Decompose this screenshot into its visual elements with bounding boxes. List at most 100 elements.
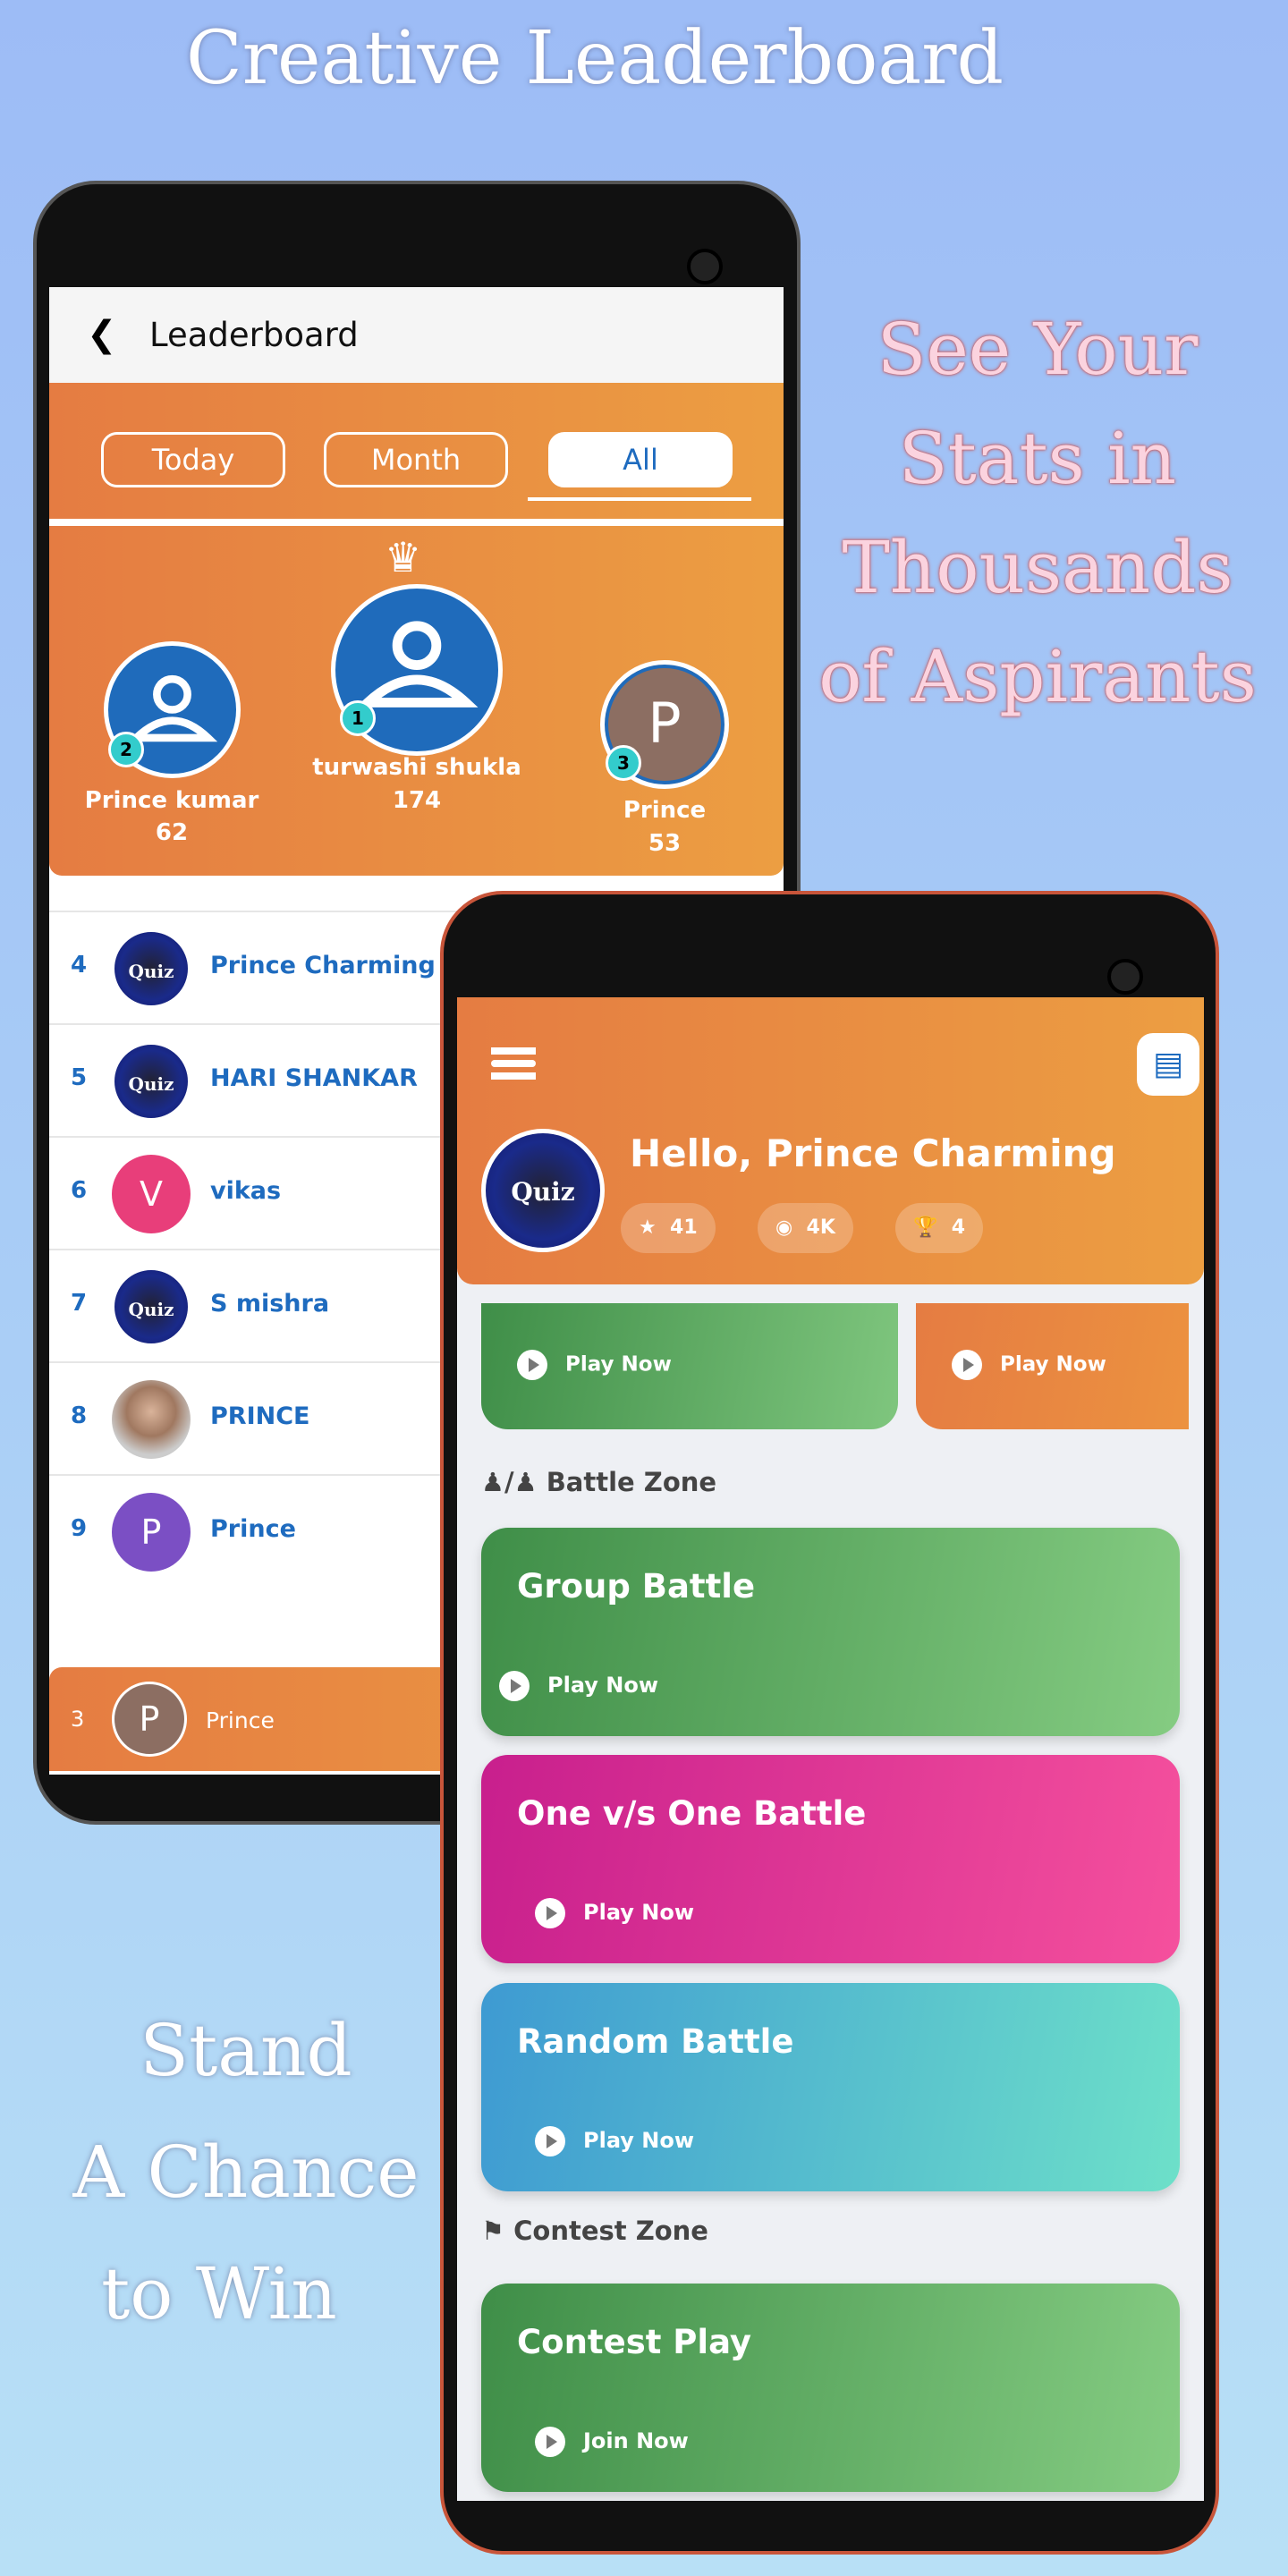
tab-today[interactable]: Today xyxy=(101,432,285,487)
promo-right: See Your Stats in Thousands of Aspirants xyxy=(805,295,1270,732)
section-label: Battle Zone xyxy=(546,1467,717,1497)
play-icon xyxy=(952,1350,982,1380)
battle-zone-heading: ♟/♟ Battle Zone xyxy=(481,1467,716,1497)
play-icon xyxy=(535,2126,565,2157)
rank: 5 xyxy=(71,1064,88,1091)
stat-trophies: 🏆 4 xyxy=(895,1203,984,1253)
profile-avatar[interactable]: Quiz xyxy=(481,1129,605,1252)
user-name: Prince xyxy=(210,1515,296,1543)
play-label: Play Now xyxy=(583,2128,695,2153)
rank-badge: 3 xyxy=(606,745,641,781)
avatar: Quiz xyxy=(112,1042,191,1121)
user-name: S mishra xyxy=(210,1290,330,1318)
podium-score: 53 xyxy=(648,830,682,857)
promo-line: to Win xyxy=(101,2252,337,2335)
card-title: Random Battle xyxy=(517,2022,794,2061)
rank: 3 xyxy=(71,1707,85,1732)
podium-name: Prince kumar xyxy=(84,787,259,814)
tab-all[interactable]: All xyxy=(548,432,733,487)
play-label: Play Now xyxy=(583,1900,695,1925)
tab-indicator xyxy=(528,497,751,501)
stat-value: 4 xyxy=(951,1216,966,1239)
promo-line: See Your xyxy=(877,308,1199,391)
card-title: One v/s One Battle xyxy=(517,1794,867,1833)
one-vs-one-card[interactable]: One v/s One Battle Play Now xyxy=(481,1755,1180,1963)
home-screen: ▤ Quiz Hello, Prince Charming ★ 41 ◉ 4K … xyxy=(457,997,1204,2501)
avatar: Quiz xyxy=(112,929,191,1008)
user-name: HARI SHANKAR xyxy=(210,1064,418,1092)
promo-line: Stand xyxy=(140,2009,352,2092)
rank: 9 xyxy=(71,1515,88,1542)
play-icon xyxy=(535,1898,565,1928)
contest-play-card[interactable]: Contest Play Join Now xyxy=(481,2284,1180,2492)
card-title: Contest Play xyxy=(517,2323,752,2361)
group-battle-card[interactable]: Group Battle Play Now xyxy=(481,1528,1180,1736)
tab-bar: Today Month All xyxy=(49,383,784,519)
camera xyxy=(687,249,723,284)
podium-score: 174 xyxy=(392,787,442,814)
card-title: Group Battle xyxy=(517,1567,756,1606)
avatar: P xyxy=(112,1682,187,1757)
greeting: Hello, Prince Charming xyxy=(630,1131,1116,1175)
promo-line: Thousands xyxy=(842,526,1233,609)
promo-left: Stand A Chance to Win xyxy=(18,1990,474,2355)
user-name: PRINCE xyxy=(210,1402,310,1430)
contest-zone-heading: ⚑ Contest Zone xyxy=(481,2216,708,2246)
stat-value: 4K xyxy=(806,1216,835,1239)
top-card-orange[interactable]: Play Now xyxy=(916,1303,1189,1429)
rank: 8 xyxy=(71,1402,88,1429)
play-icon xyxy=(499,1671,530,1701)
app-bar: ❮ Leaderboard xyxy=(49,287,784,383)
rank: 6 xyxy=(71,1177,88,1204)
user-name: vikas xyxy=(210,1177,282,1205)
coin-bag-icon: ◉ xyxy=(775,1216,807,1239)
battle-icon: ♟/♟ xyxy=(481,1467,547,1497)
tab-month[interactable]: Month xyxy=(324,432,508,487)
section-label: Contest Zone xyxy=(513,2216,708,2246)
menu-icon[interactable] xyxy=(491,1047,536,1080)
join-label: Join Now xyxy=(583,2428,689,2453)
rank-shield-icon: ★ xyxy=(639,1216,671,1239)
page-title: Leaderboard xyxy=(149,316,359,354)
avatar-initial: P xyxy=(648,691,682,756)
play-now[interactable]: Play Now xyxy=(952,1350,1106,1380)
rank: 4 xyxy=(71,952,88,979)
stat-rank: ★ 41 xyxy=(621,1203,716,1253)
trophy-icon: 🏆 xyxy=(913,1216,952,1239)
play-label: Play Now xyxy=(1000,1352,1106,1377)
play-now[interactable]: Play Now xyxy=(535,2126,694,2157)
avatar: P xyxy=(112,1493,191,1572)
camera xyxy=(1107,959,1143,995)
user-name: Prince Charming xyxy=(210,952,436,979)
user-name: Prince xyxy=(206,1707,275,1733)
rank-badge: 1 xyxy=(340,700,376,736)
play-now[interactable]: Play Now xyxy=(517,1350,672,1380)
play-now[interactable]: Play Now xyxy=(535,1898,694,1928)
store-button[interactable]: ▤ xyxy=(1137,1033,1199,1096)
promo-line: of Aspirants xyxy=(818,635,1257,718)
rank: 7 xyxy=(71,1290,88,1317)
stat-coins: ◉ 4K xyxy=(758,1203,853,1253)
stat-value: 41 xyxy=(670,1216,698,1239)
podium-name: Prince xyxy=(623,797,707,824)
podium-card: ♛ 2 Prince kumar 62 1 turwashi shukla 17… xyxy=(49,526,784,876)
avatar: Quiz xyxy=(112,1267,191,1346)
play-icon xyxy=(535,2427,565,2457)
promo-line: Stats in xyxy=(898,417,1177,500)
promo-title: Creative Leaderboard xyxy=(186,16,1004,101)
random-battle-card[interactable]: Random Battle Play Now xyxy=(481,1983,1180,2191)
crown-icon: ♛ xyxy=(385,533,422,581)
contest-icon: ⚑ xyxy=(481,2216,514,2246)
top-card-green[interactable]: Play Now xyxy=(481,1303,898,1429)
avatar-photo xyxy=(112,1380,191,1459)
play-label: Play Now xyxy=(547,1673,659,1698)
promo-line: A Chance xyxy=(72,2131,419,2214)
rank-badge: 2 xyxy=(108,732,144,767)
podium-name: turwashi shukla xyxy=(312,754,521,781)
join-now[interactable]: Join Now xyxy=(535,2427,689,2457)
play-now[interactable]: Play Now xyxy=(499,1671,658,1701)
play-label: Play Now xyxy=(565,1352,672,1377)
back-icon[interactable]: ❮ xyxy=(87,314,117,355)
podium-score: 62 xyxy=(155,819,189,846)
avatar: V xyxy=(112,1155,191,1233)
